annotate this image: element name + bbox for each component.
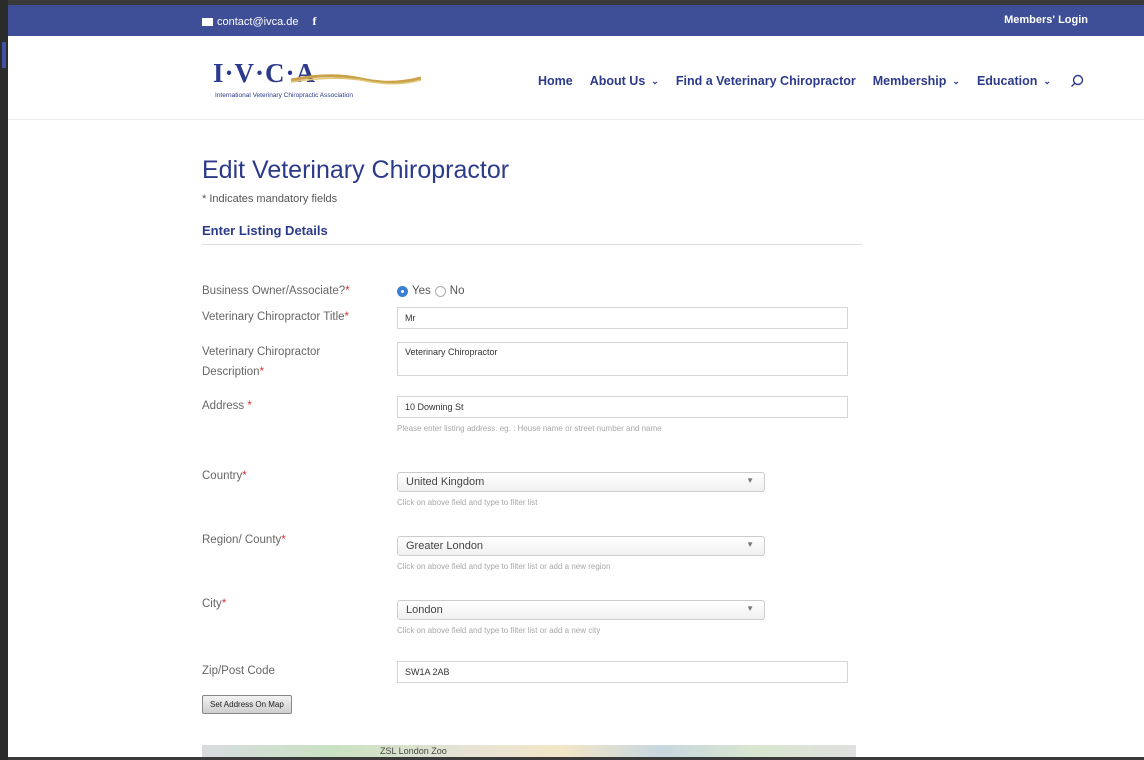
city-help: Click on above field and type to filter … [397, 626, 601, 635]
region-label: Region/ County* [202, 534, 286, 546]
title-input[interactable] [397, 307, 848, 329]
region-field-wrap: Greater London ▼ Click on above field an… [397, 536, 765, 571]
city-field-wrap: London ▼ Click on above field and type t… [397, 600, 765, 635]
description-label: Veterinary Chiropractor Description* [202, 346, 321, 378]
map-button-row: Set Address On Map [202, 694, 862, 714]
chevron-down-icon: ⌄ [952, 75, 960, 86]
city-value: London [406, 604, 443, 616]
title-field-wrap [397, 307, 848, 329]
title-label: Veterinary Chiropractor Title* [202, 311, 350, 323]
radio-yes[interactable] [397, 285, 408, 297]
zip-field-wrap [397, 661, 848, 683]
section-title: Enter Listing Details [202, 223, 862, 245]
nav-label: About Us [589, 74, 646, 88]
facebook-icon[interactable]: f [313, 14, 317, 29]
address-help: Please enter listing address. eg. : Hous… [397, 424, 662, 433]
chevron-down-icon: ⌄ [651, 75, 659, 86]
radio-yes-label[interactable]: Yes [412, 285, 431, 297]
page-title: Edit Veterinary Chiropractor [202, 156, 510, 184]
map-preview[interactable]: ZSL London Zoo [202, 745, 856, 757]
logo-swoosh [291, 74, 421, 85]
radio-no[interactable] [434, 285, 446, 297]
chevron-down-icon: ▼ [746, 604, 754, 613]
nav-label: Education [976, 74, 1038, 88]
main-content: Edit Veterinary Chiropractor * Indicates… [202, 155, 862, 714]
nav-label: Home [538, 74, 573, 88]
radio-no-label[interactable]: No [450, 285, 465, 297]
nav-label: Find a Veterinary Chiropractor [675, 74, 856, 88]
chevron-down-icon: ⌄ [1043, 75, 1051, 86]
description-textarea[interactable]: Veterinary Chiropractor [397, 342, 848, 376]
contact-email-link[interactable]: contact@ivca.de f [202, 14, 317, 29]
region-value: Greater London [406, 540, 484, 552]
members-login-link[interactable]: Members' Login [1004, 14, 1088, 26]
nav-home[interactable]: Home [538, 74, 573, 88]
set-address-on-map-button[interactable]: Set Address On Map [202, 695, 292, 714]
nav-label: Membership [872, 74, 947, 88]
country-field-wrap: United Kingdom ▼ Click on above field an… [397, 472, 765, 507]
nav-education[interactable]: Education ⌄ [977, 74, 1051, 88]
nav-membership[interactable]: Membership ⌄ [873, 74, 960, 88]
nav-about-us[interactable]: About Us ⌄ [590, 74, 659, 88]
window-left-edge [0, 0, 8, 760]
logo-subtitle: International Veterinary Chiropractic As… [215, 92, 354, 99]
address-label: Address * [202, 400, 252, 412]
edge-marker [2, 42, 6, 68]
city-label: City* [202, 598, 227, 610]
browser-viewport: contact@ivca.de f Members' Login I·V·C·A… [8, 5, 1144, 757]
nav-find-chiropractor[interactable]: Find a Veterinary Chiropractor [676, 74, 856, 88]
site-header: I·V·C·A International Veterinary Chiropr… [8, 36, 1144, 120]
country-select[interactable]: United Kingdom ▼ [397, 472, 765, 492]
country-help: Click on above field and type to filter … [397, 498, 538, 507]
zip-input[interactable] [397, 661, 848, 683]
ivca-logo[interactable]: I·V·C·A International Veterinary Chiropr… [213, 58, 433, 106]
country-value: United Kingdom [406, 476, 485, 488]
main-nav: Home About Us ⌄ Find a Veterinary Chirop… [538, 74, 1084, 88]
business-owner-label: Business Owner/Associate?* [202, 285, 350, 297]
description-field-wrap: Veterinary Chiropractor [397, 342, 848, 381]
top-bar: contact@ivca.de f Members' Login [8, 5, 1144, 36]
address-input[interactable] [397, 396, 848, 418]
business-owner-radios: Yes No [397, 285, 464, 297]
map-place-label: ZSL London Zoo [380, 746, 447, 756]
chevron-down-icon: ▼ [746, 476, 754, 485]
zip-label: Zip/Post Code [202, 665, 275, 677]
chevron-down-icon: ▼ [746, 540, 754, 549]
region-help: Click on above field and type to filter … [397, 562, 611, 571]
contact-email[interactable]: contact@ivca.de [217, 16, 299, 28]
search-icon[interactable] [1070, 74, 1084, 88]
mandatory-note: * Indicates mandatory fields [202, 193, 338, 205]
city-select[interactable]: London ▼ [397, 600, 765, 620]
mail-icon [202, 17, 213, 26]
country-label: Country* [202, 470, 247, 482]
region-select[interactable]: Greater London ▼ [397, 536, 765, 556]
address-field-wrap: Please enter listing address. eg. : Hous… [397, 396, 848, 433]
